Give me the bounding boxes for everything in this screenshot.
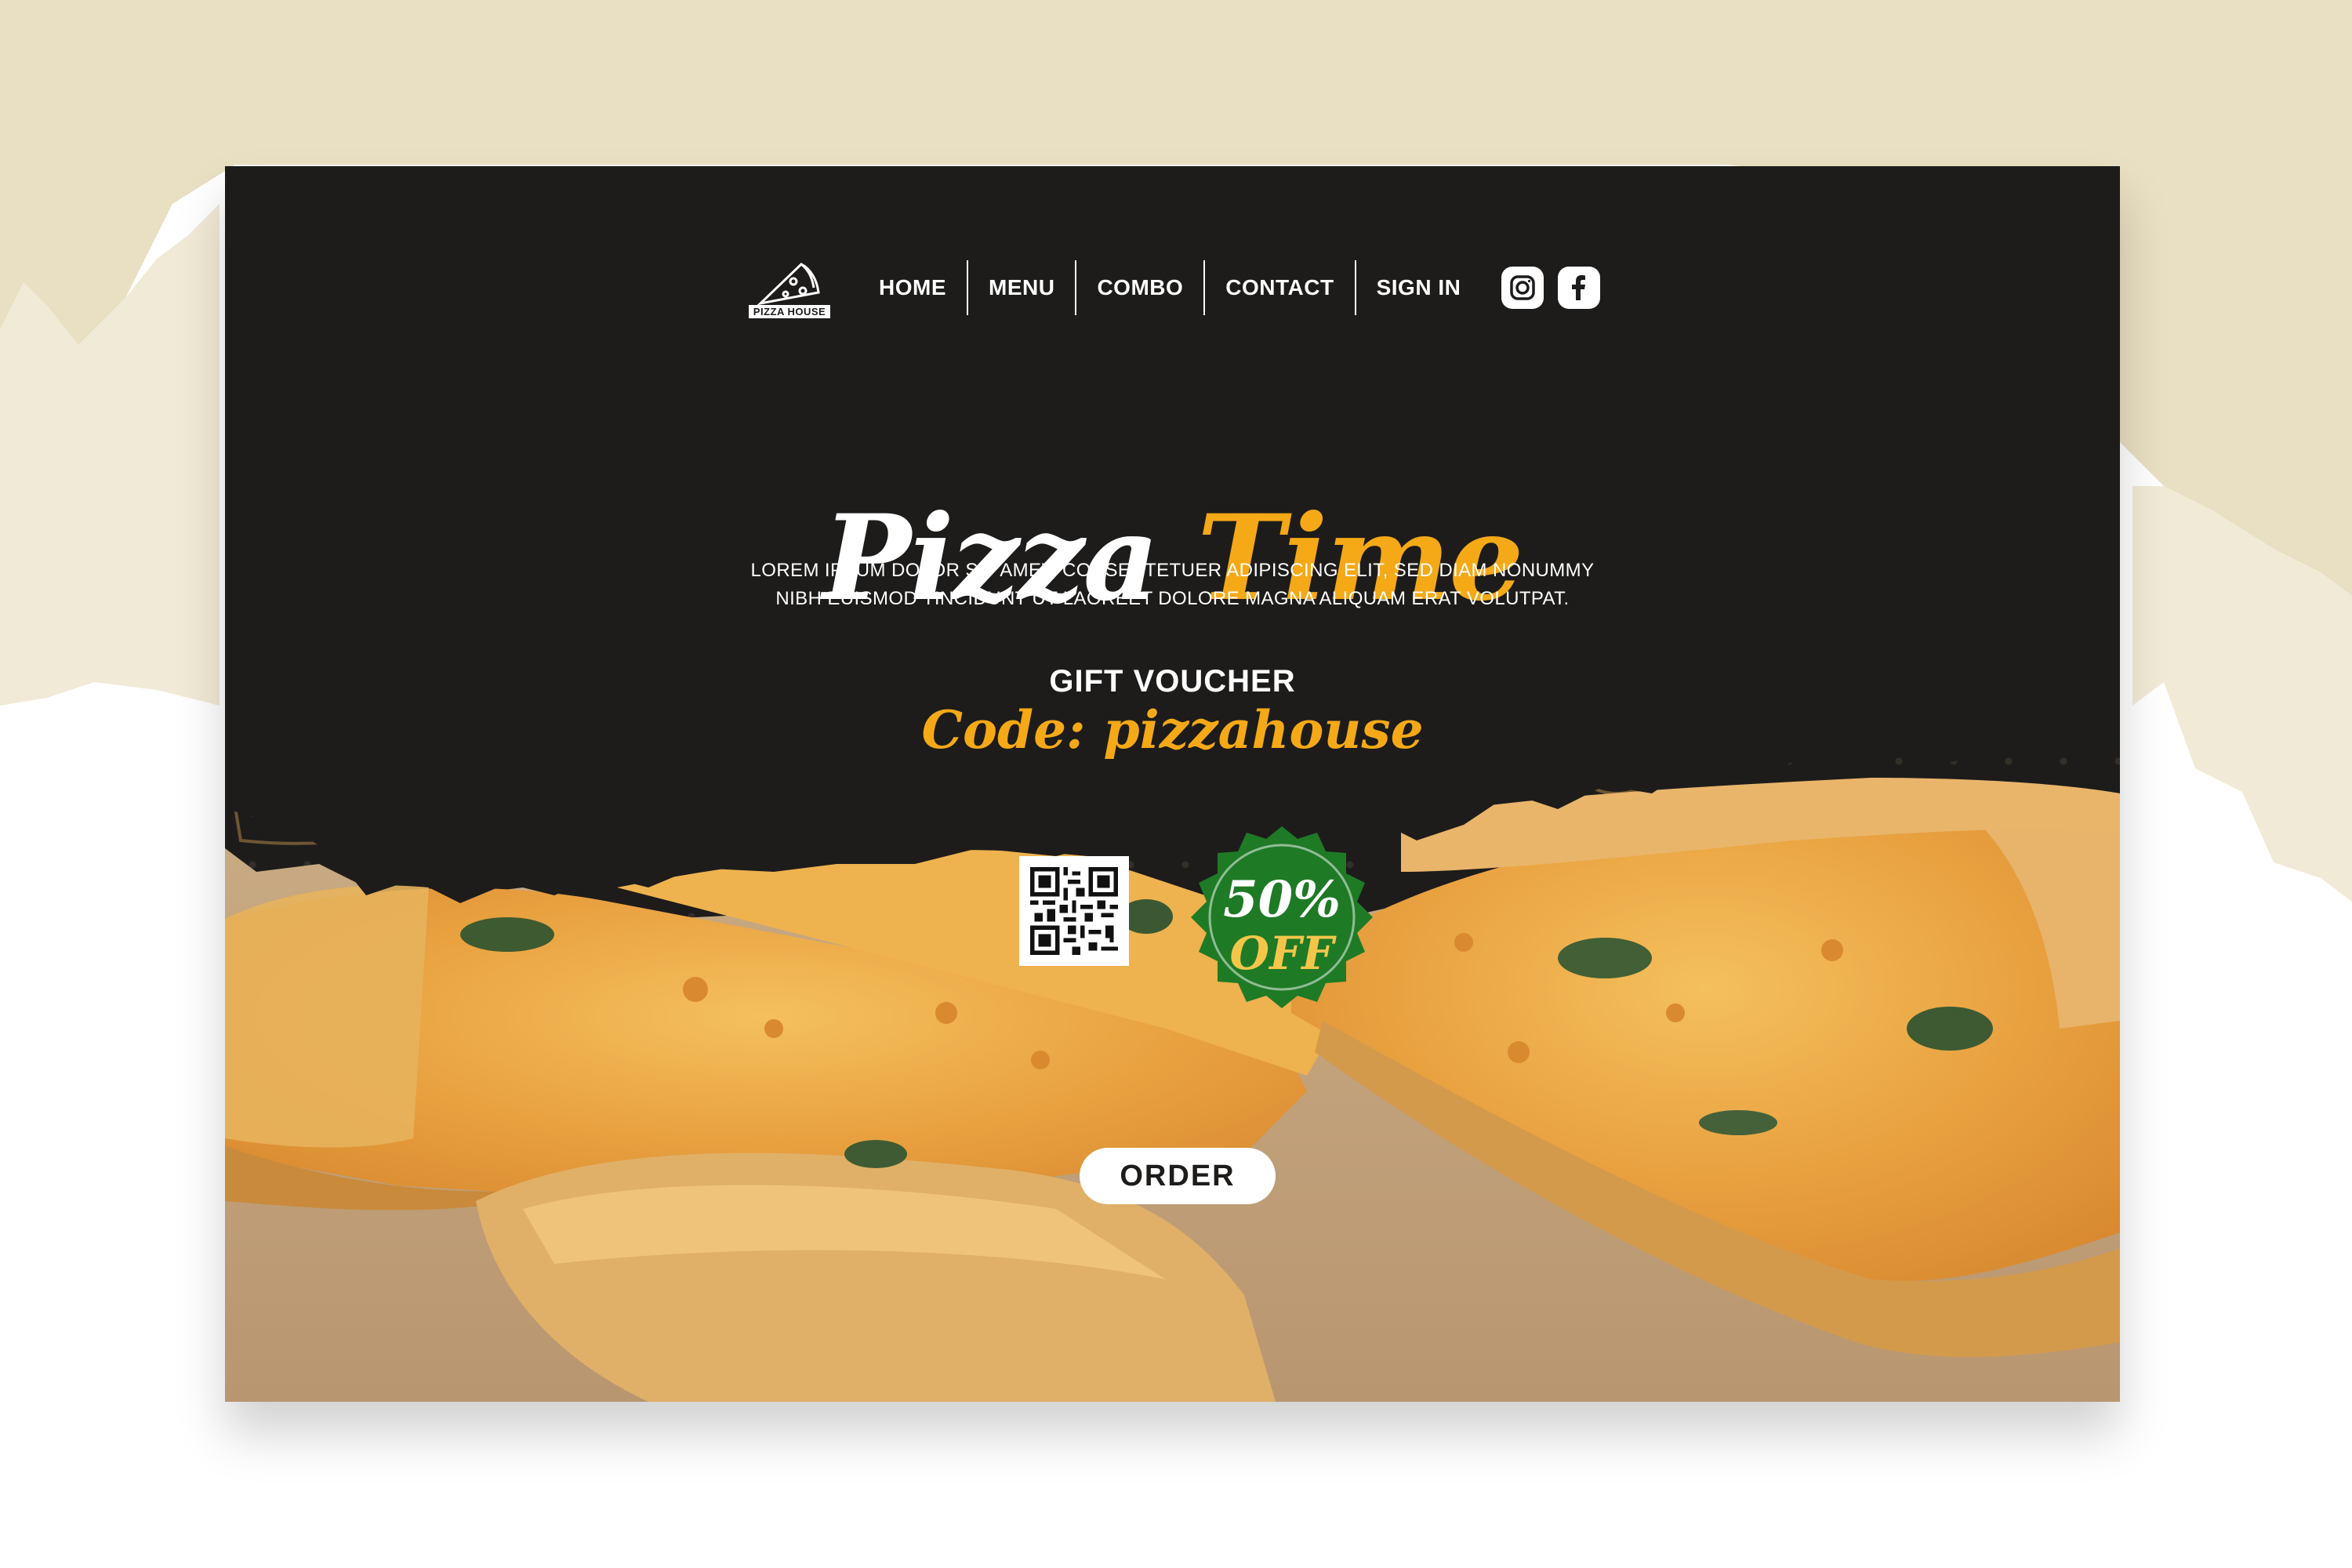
- top-navigation: PIZZA HOUSE HOME MENU COMBO CONTACT SIGN…: [742, 245, 1605, 331]
- hero-description: LOREM IPSUM DOLOR SIT AMET, CONSECTETUER…: [695, 557, 1650, 613]
- nav-menu[interactable]: MENU: [968, 260, 1077, 315]
- badge-percent: 50%: [1223, 870, 1341, 929]
- hero-description-line-2: NIBH EUISMOD TINCIDUNT UT LAOREET DOLORE…: [775, 588, 1570, 609]
- instagram-button[interactable]: [1501, 267, 1544, 309]
- logo-text: PIZZA HOUSE: [748, 304, 831, 318]
- order-button[interactable]: ORDER: [1080, 1148, 1276, 1204]
- discount-badge: 50% OFF: [1188, 823, 1376, 1011]
- nav-contact[interactable]: CONTACT: [1205, 260, 1356, 315]
- gift-voucher-label: GIFT VOUCHER: [1049, 664, 1296, 699]
- instagram-icon: [1510, 275, 1536, 300]
- pizza-house-logo[interactable]: PIZZA HOUSE: [742, 245, 837, 331]
- nav-home[interactable]: HOME: [858, 260, 968, 315]
- nav-sign-in[interactable]: SIGN IN: [1356, 260, 1482, 315]
- facebook-button[interactable]: [1558, 267, 1601, 309]
- nav-combo[interactable]: COMBO: [1076, 260, 1206, 315]
- voucher-code: Code: pizzahouse: [921, 699, 1424, 760]
- hero-description-line-1: LOREM IPSUM DOLOR SIT AMET, CONSECTETUER…: [750, 560, 1595, 581]
- landing-page: PIZZA HOUSE HOME MENU COMBO CONTACT SIGN…: [225, 166, 2120, 1402]
- facebook-icon: [1572, 275, 1586, 300]
- qr-code[interactable]: [1019, 856, 1129, 966]
- pizza-photo: [225, 166, 2120, 1402]
- social-links: [1501, 267, 1601, 309]
- badge-off: OFF: [1229, 927, 1334, 980]
- qr-code-icon: [1030, 867, 1118, 955]
